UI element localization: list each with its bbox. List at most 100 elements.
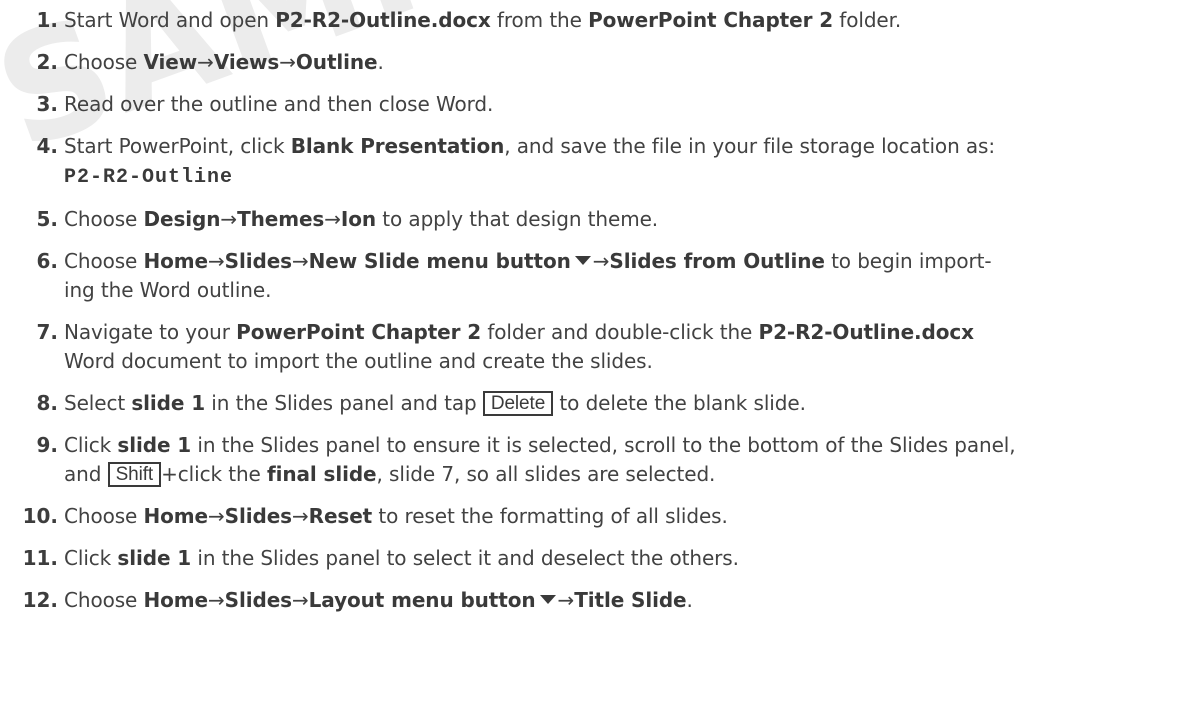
step-number: 2. [36, 50, 58, 74]
arrow-icon: → [557, 588, 575, 612]
bold-term: Design [143, 207, 221, 231]
text-run: folder and double-click the [481, 320, 759, 344]
step-number: 12. [22, 588, 58, 612]
step-item: 10. Choose Home→Slides→Reset to reset the… [0, 502, 1204, 531]
text-run: Choose [64, 249, 144, 273]
step-item: 12. Choose Home→Slides→Layout menu button… [0, 586, 1204, 615]
arrow-icon: → [324, 207, 341, 231]
text-run: folder. [833, 8, 902, 32]
text-run: Read over the outline and then close Wor… [64, 92, 494, 116]
bold-term: PowerPoint Chapter 2 [588, 8, 834, 32]
keyboard-key: Shift [107, 462, 162, 487]
step-text: Choose Design→Themes→Ion to apply that d… [64, 205, 1204, 234]
bold-term: slide 1 [117, 433, 192, 457]
text-run: in the Slides panel to ensure it is sele… [191, 433, 1016, 457]
text-run: in the Slides panel to select it and des… [191, 546, 739, 570]
text-run: , and save the file in your file storage… [504, 134, 996, 158]
step-text: Choose Home→Slides→Reset to reset the fo… [64, 502, 1204, 531]
bold-term: Home [143, 504, 209, 528]
bold-term: PowerPoint Chapter 2 [236, 320, 482, 344]
text-run: Choose [64, 50, 144, 74]
bold-term: P2-R2-Outline.docx [275, 8, 491, 32]
bold-term: Slides [224, 588, 292, 612]
bold-term: Ion [340, 207, 377, 231]
step-item: 7. Navigate to your PowerPoint Chapter 2 … [0, 318, 1204, 376]
text-run: Start Word and open [64, 8, 276, 32]
dropdown-caret-icon [539, 595, 556, 604]
step-number: 5. [36, 207, 58, 231]
text-run: Choose [64, 504, 144, 528]
text-run: and [64, 462, 108, 486]
bold-term: Home [143, 588, 209, 612]
dropdown-caret-icon [574, 256, 591, 265]
step-text: Start PowerPoint, click Blank Presentati… [64, 132, 1204, 192]
bold-term: P2-R2-Outline.docx [758, 320, 975, 344]
step-item: 6. Choose Home→Slides→New Slide menu butt… [0, 247, 1204, 305]
filename-code: P2-R2-Outline [64, 166, 234, 189]
text-run: . [686, 588, 693, 612]
step-item: 5. Choose Design→Themes→Ion to apply that… [0, 205, 1204, 234]
step-text: Click slide 1 in the Slides panel to sel… [64, 544, 1204, 573]
step-number: 7. [36, 320, 58, 344]
text-run: to apply that design theme. [376, 207, 659, 231]
bold-term: Reset [308, 504, 373, 528]
arrow-icon: → [207, 504, 225, 528]
step-text: Read over the outline and then close Wor… [64, 90, 1204, 119]
text-run: to begin import- [824, 249, 992, 273]
arrow-icon: → [197, 50, 214, 74]
bold-term: Slides [224, 249, 292, 273]
step-text: Click slide 1 in the Slides panel to ens… [64, 431, 1204, 489]
text-run: ing the Word outline. [64, 278, 272, 302]
bold-term: Slides [224, 504, 292, 528]
text-run: from the [490, 8, 589, 32]
text-run: Choose [64, 588, 144, 612]
step-item: 8. Select slide 1 in the Slides panel and… [0, 389, 1204, 418]
step-text: Navigate to your PowerPoint Chapter 2 fo… [64, 318, 1204, 376]
text-run: , slide 7, so all slides are selected. [376, 462, 716, 486]
step-number: 11. [22, 546, 58, 570]
text-run: to reset the formatting of all slides. [372, 504, 728, 528]
step-item: 1. Start Word and open P2-R2-Outline.docx… [0, 6, 1204, 35]
arrow-icon: → [207, 588, 225, 612]
text-run: Click [64, 433, 118, 457]
step-text: Choose Home→Slides→Layout menu button →Ti… [64, 586, 1204, 615]
step-text: Select slide 1 in the Slides panel and t… [64, 389, 1204, 418]
step-number: 3. [36, 92, 58, 116]
arrow-icon: → [279, 50, 296, 74]
bold-term: Title Slide [574, 588, 687, 612]
text-run: Click [64, 546, 118, 570]
text-run: +click the [161, 462, 268, 486]
step-number: 4. [36, 134, 58, 158]
text-run: Start PowerPoint, click [64, 134, 291, 158]
step-number: 8. [36, 391, 58, 415]
arrow-icon: → [220, 207, 238, 231]
bold-term: Home [143, 249, 209, 273]
bold-term: final slide [267, 462, 377, 486]
text-run: in the Slides panel and tap [205, 391, 483, 415]
keyboard-key: Delete [482, 391, 554, 416]
arrow-icon: → [592, 249, 610, 273]
bold-term: View [143, 50, 198, 74]
step-item: 4. Start PowerPoint, click Blank Presenta… [0, 132, 1204, 192]
bold-term: New Slide menu button [308, 249, 571, 273]
step-text: Choose View→Views→Outline. [64, 48, 1204, 77]
step-number: 1. [36, 8, 58, 32]
arrow-icon: → [207, 249, 225, 273]
step-item: 11. Click slide 1 in the Slides panel to … [0, 544, 1204, 573]
arrow-icon: → [291, 504, 309, 528]
step-number: 10. [22, 504, 58, 528]
bold-term: Layout menu button [308, 588, 536, 612]
bold-term: slide 1 [117, 546, 192, 570]
bold-term: Outline [295, 50, 378, 74]
step-item: 9. Click slide 1 in the Slides panel to e… [0, 431, 1204, 489]
text-run: Choose [64, 207, 144, 231]
bold-term: slide 1 [131, 391, 206, 415]
bold-term: Blank Presentation [290, 134, 505, 158]
arrow-icon: → [291, 588, 309, 612]
text-run: to delete the blank slide. [553, 391, 806, 415]
step-item: 2. Choose View→Views→Outline. [0, 48, 1204, 77]
step-text: Choose Home→Slides→New Slide menu button… [64, 247, 1204, 305]
step-item: 3. Read over the outline and then close W… [0, 90, 1204, 119]
bold-term: Views [213, 50, 280, 74]
step-text: Start Word and open P2-R2-Outline.docx f… [64, 6, 1204, 35]
